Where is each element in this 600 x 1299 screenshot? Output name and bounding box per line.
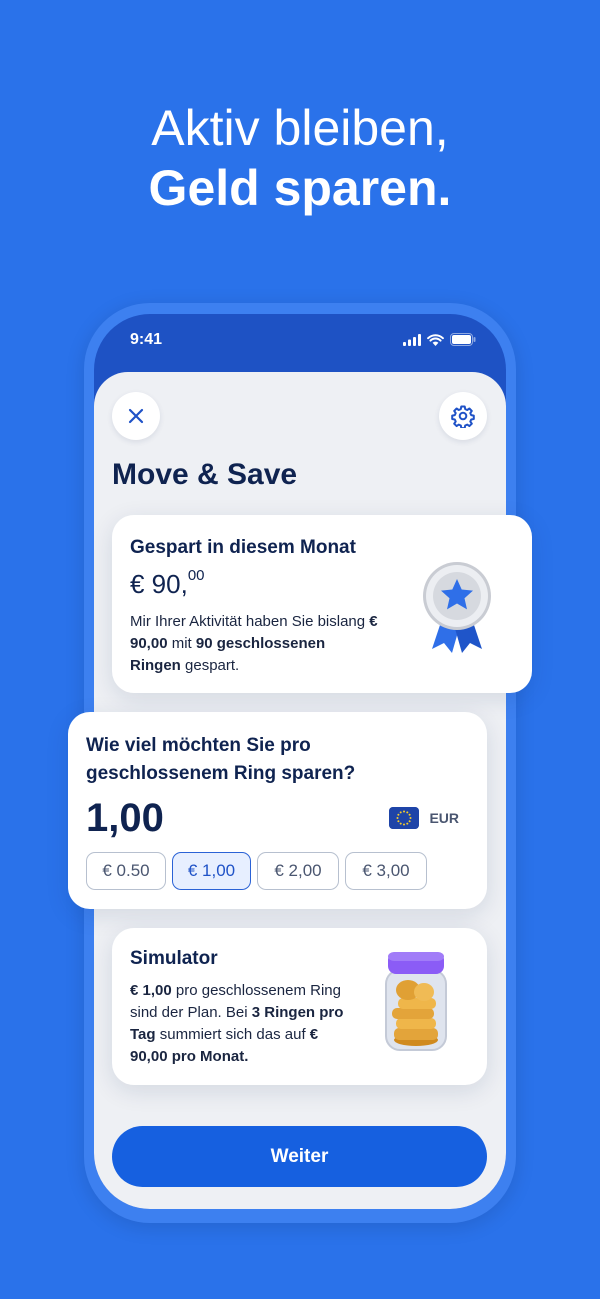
simulator-title: Simulator bbox=[130, 948, 218, 969]
monthly-savings-card: Gespart in diesem Monat € 90,00 Mir Ihre… bbox=[112, 515, 532, 693]
gear-icon bbox=[451, 405, 475, 428]
savings-amount-main: € 90, bbox=[130, 569, 188, 599]
ring-card-title: Wie viel möchten Sie pro geschlossenem R… bbox=[86, 735, 356, 784]
amount-option-2-00[interactable]: € 2,00 bbox=[257, 852, 339, 890]
settings-button[interactable] bbox=[439, 392, 487, 440]
savings-amount: € 90,00 bbox=[130, 567, 205, 600]
status-bar: 9:41 bbox=[94, 314, 506, 370]
amount-option-1-00-selected[interactable]: € 1,00 bbox=[172, 852, 251, 890]
ring-amount-card: Wie viel möchten Sie pro geschlossenem R… bbox=[68, 712, 487, 909]
savings-description: Mir Ihrer Aktivität haben Sie bislang € … bbox=[130, 611, 380, 677]
status-icons bbox=[403, 333, 476, 346]
headline-line-2: Geld sparen. bbox=[148, 160, 452, 216]
coin-jar-icon bbox=[385, 952, 447, 1051]
sim-desc-amount: € 1,00 bbox=[130, 982, 172, 999]
headline-line-1: Aktiv bleiben, bbox=[151, 100, 449, 156]
savings-desc-text-3: gespart. bbox=[180, 657, 240, 674]
page-title: Move & Save bbox=[112, 458, 298, 491]
savings-desc-text-2: mit bbox=[167, 635, 196, 652]
continue-button[interactable]: Weiter bbox=[112, 1126, 487, 1187]
amount-options: € 0.50 € 1,00 € 2,00 € 3,00 bbox=[86, 852, 427, 890]
ring-amount-value[interactable]: 1,00 bbox=[86, 796, 164, 841]
close-icon bbox=[128, 408, 144, 424]
signal-icon bbox=[403, 333, 421, 346]
status-time: 9:41 bbox=[130, 331, 163, 348]
battery-icon bbox=[450, 333, 476, 346]
savings-desc-text-1: Mir Ihrer Aktivität haben Sie bislang bbox=[130, 613, 370, 630]
marketing-headline: Aktiv bleiben, Geld sparen. bbox=[0, 98, 600, 218]
savings-card-title: Gespart in diesem Monat bbox=[130, 537, 356, 558]
wifi-icon bbox=[427, 333, 444, 346]
amount-option-0-50[interactable]: € 0.50 bbox=[86, 852, 166, 890]
simulator-card: Simulator € 1,00 pro geschlossenem Ring … bbox=[112, 928, 487, 1085]
amount-option-3-00[interactable]: € 3,00 bbox=[345, 852, 427, 890]
close-button[interactable] bbox=[112, 392, 160, 440]
currency-selector[interactable]: EUR bbox=[389, 807, 459, 829]
savings-amount-cents: 00 bbox=[187, 567, 205, 584]
simulator-description: € 1,00 pro geschlossenem Ring sind der P… bbox=[130, 980, 355, 1068]
currency-label: EUR bbox=[429, 810, 459, 826]
eu-flag-icon bbox=[389, 807, 420, 829]
sim-desc-text-2: summiert sich das auf bbox=[155, 1026, 310, 1043]
medal-icon bbox=[423, 562, 491, 653]
